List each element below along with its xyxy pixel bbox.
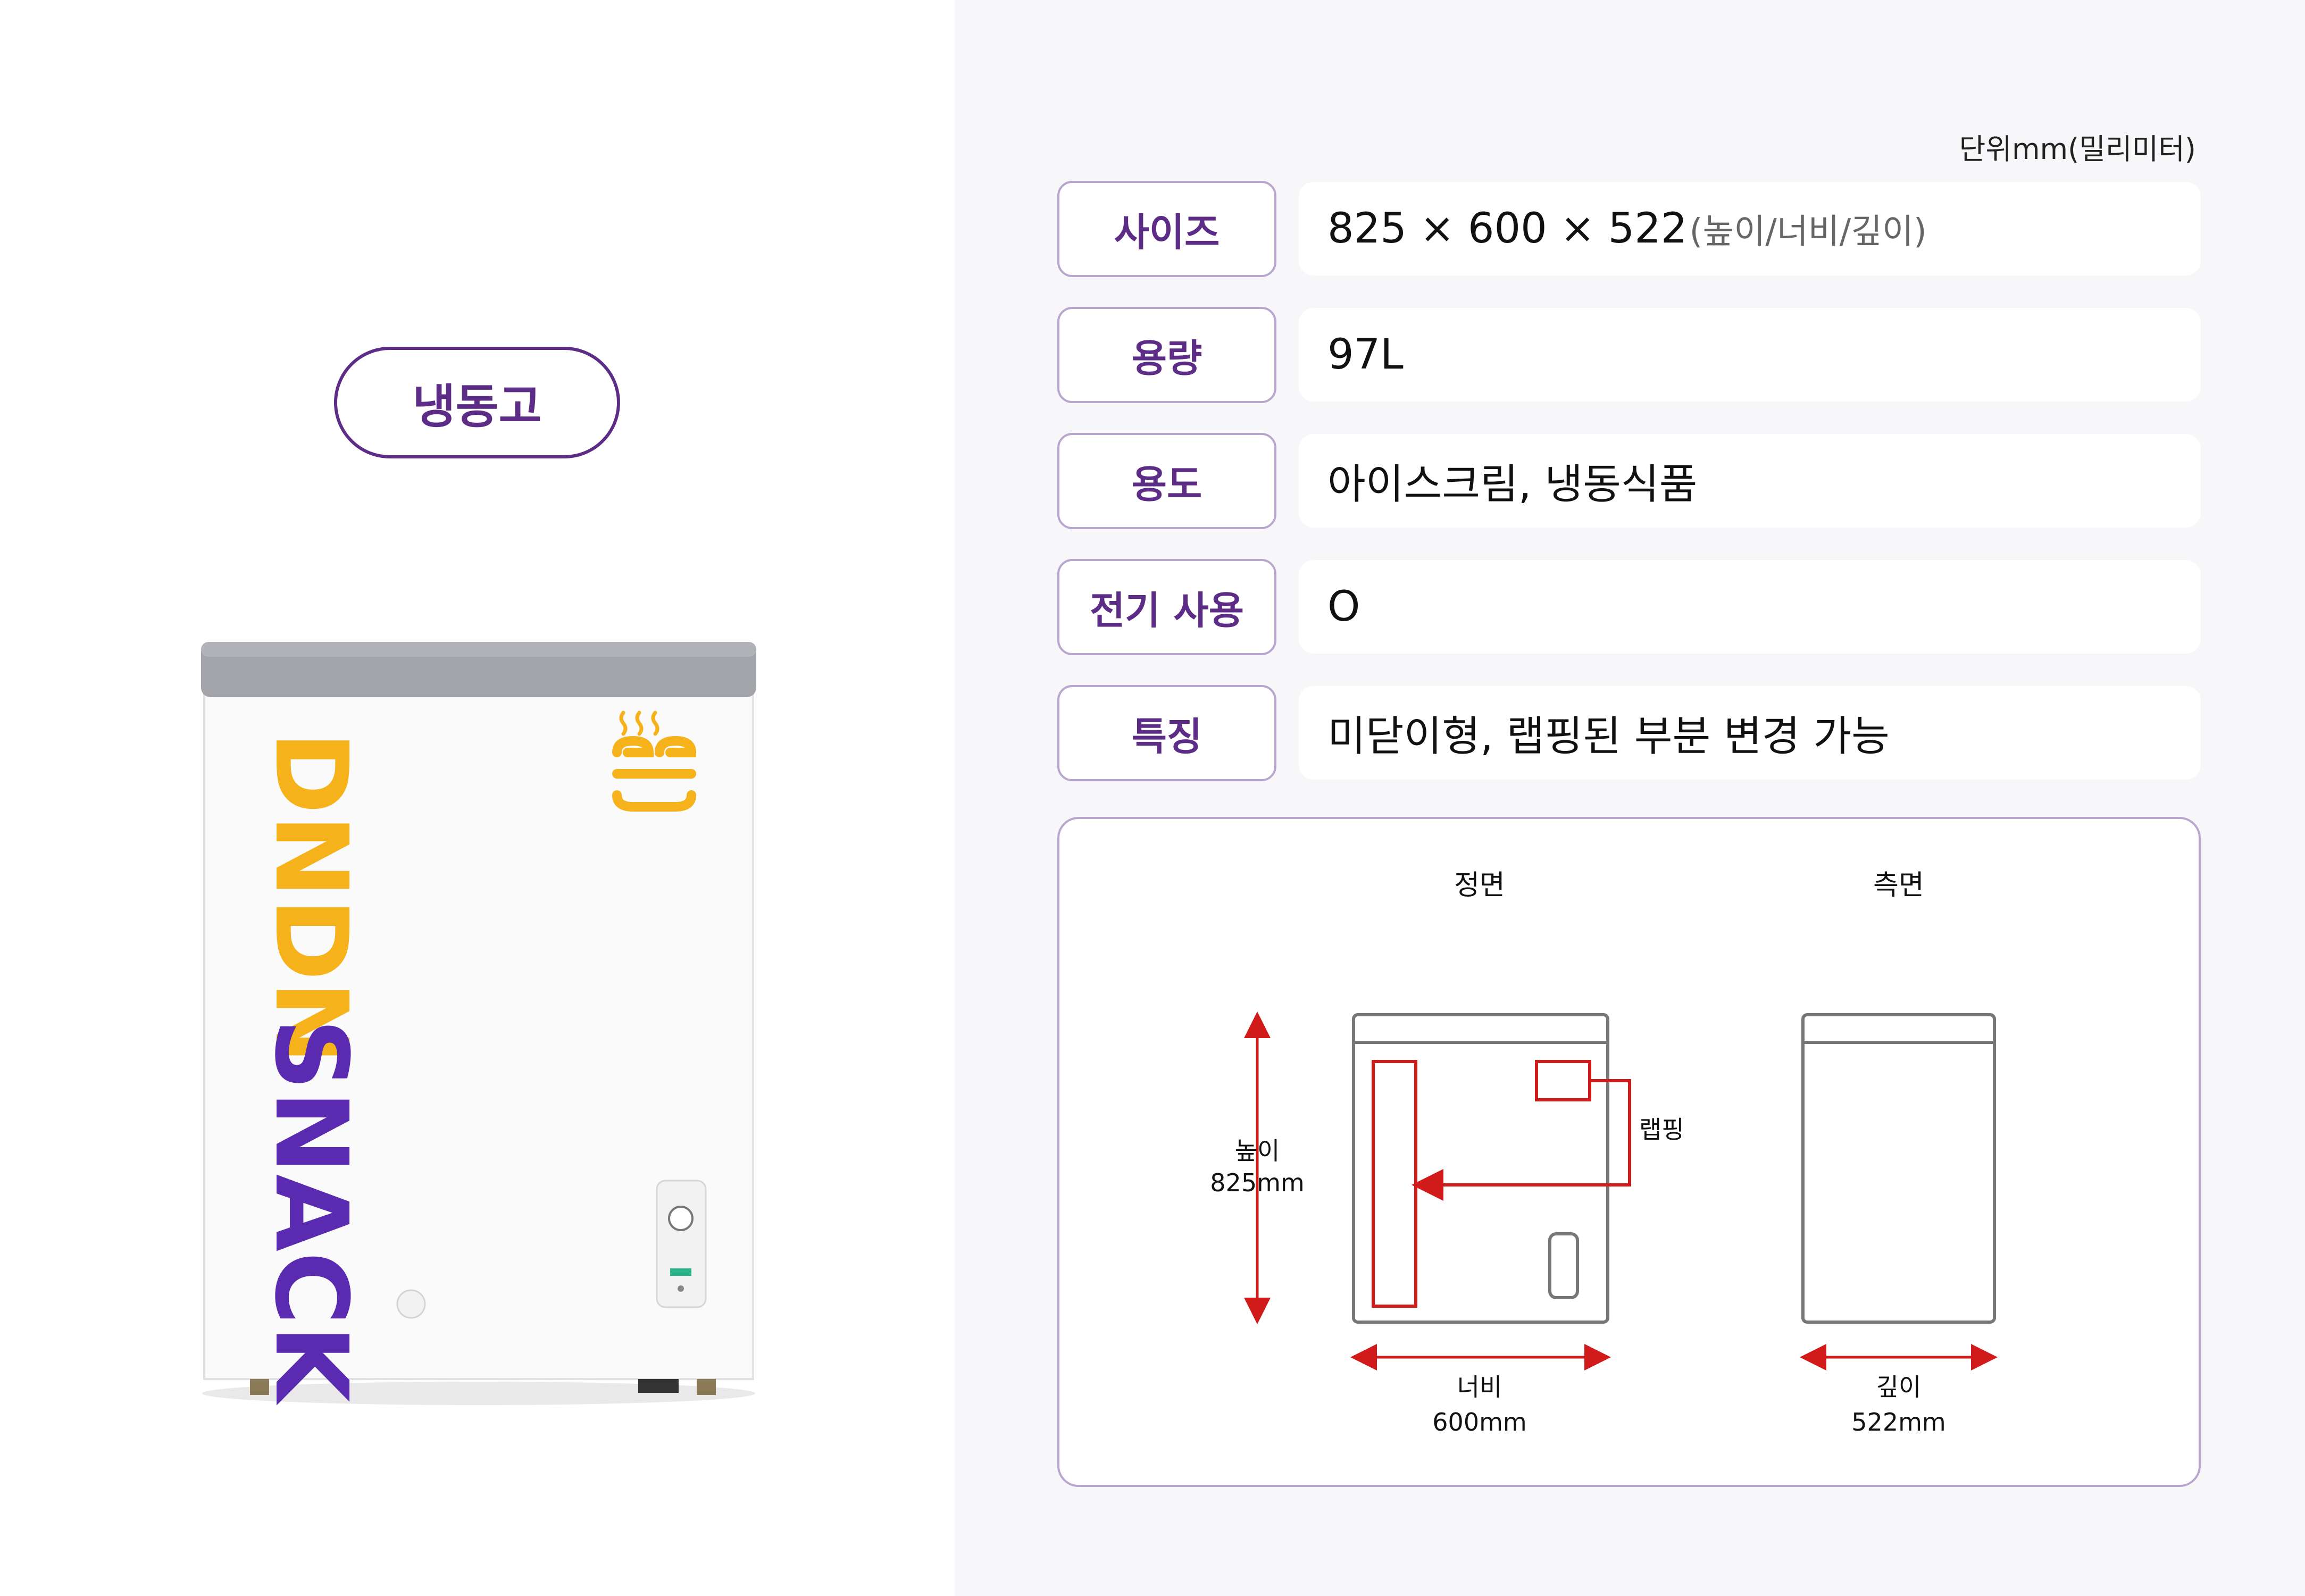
capacity-value: 97L (1327, 331, 1404, 379)
spec-label-feature: 특징 (1057, 685, 1276, 781)
front-view-label: 정면 (1454, 870, 1505, 901)
spec-label-power: 전기 사용 (1057, 559, 1276, 655)
product-title-pill: 냉동고 (334, 347, 620, 458)
side-view-label: 측면 (1873, 870, 1924, 901)
side-view-outline (1801, 1013, 1996, 1324)
width-value: 600mm (1432, 1408, 1526, 1436)
size-value: 825 × 600 × 522 (1327, 205, 1688, 253)
spec-label-size: 사이즈 (1057, 181, 1276, 277)
wrap-areas (1372, 1060, 1631, 1308)
spec-value-usage: 아이스크림, 냉동식품 (1299, 434, 2201, 528)
spec-label-usage: 용도 (1057, 433, 1276, 529)
size-note: (높이/너비/깊이) (1689, 212, 1927, 252)
wrap-label: 랩핑 (1639, 1115, 1684, 1144)
depth-value: 522mm (1851, 1408, 1945, 1436)
brand-dndn-text: DNDN (253, 731, 369, 1065)
spec-value-capacity: 97L (1299, 308, 2201, 402)
spec-value-size: 825 × 600 × 522 (높이/너비/깊이) (1299, 182, 2201, 275)
spec-value-power: O (1299, 560, 2201, 654)
dimension-diagram: 정면 측면 랩핑 높이 825mm 너비 600mm 깊이 522mm (1057, 817, 2201, 1487)
brand-snack-text: SNACK (253, 1018, 369, 1406)
spec-label-capacity: 용량 (1057, 307, 1276, 403)
power-value: O (1327, 583, 1360, 631)
feature-value: 미닫이형, 랩핑된 부분 변경 가능 (1327, 713, 1890, 761)
freezer-image: DNDN SNACK (201, 642, 756, 1406)
spec-value-feature: 미닫이형, 랩핑된 부분 변경 가능 (1299, 686, 2201, 780)
height-label: 높이 (1235, 1137, 1280, 1165)
unit-note: 단위mm(밀리미터) (1959, 132, 2196, 166)
width-label: 너비 (1457, 1373, 1502, 1401)
product-title: 냉동고 (412, 379, 542, 434)
usage-value: 아이스크림, 냉동식품 (1327, 461, 1698, 508)
height-value: 825mm (1210, 1168, 1304, 1197)
depth-label: 깊이 (1876, 1373, 1922, 1401)
